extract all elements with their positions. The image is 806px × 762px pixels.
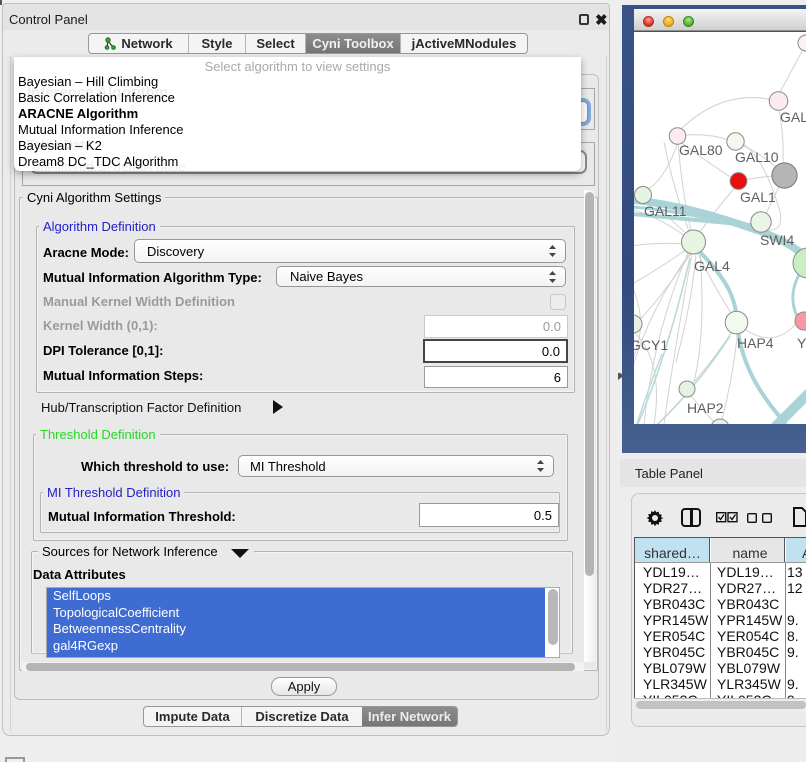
svg-text:GAL11: GAL11 [644, 203, 687, 219]
svg-text:GAL4: GAL4 [694, 258, 730, 274]
svg-text:GAL80: GAL80 [679, 142, 723, 158]
svg-text:GAL10: GAL10 [735, 149, 779, 165]
svg-text:GCY1: GCY1 [634, 337, 668, 353]
svg-text:HAP4: HAP4 [737, 335, 774, 351]
svg-text:GAL: GAL [780, 109, 806, 125]
svg-text:SWI4: SWI4 [760, 232, 794, 248]
svg-text:HAP2: HAP2 [687, 400, 724, 416]
svg-text:Y: Y [797, 335, 806, 351]
svg-text:GAL1: GAL1 [740, 189, 776, 205]
